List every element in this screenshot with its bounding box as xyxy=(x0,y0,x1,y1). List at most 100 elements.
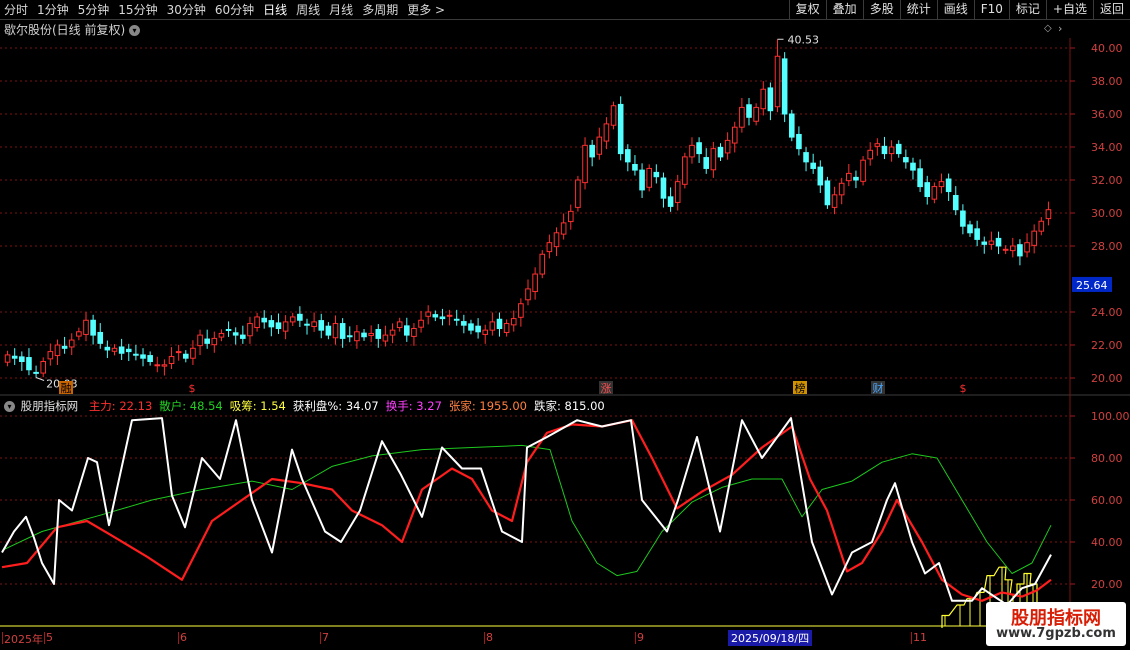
candle[interactable] xyxy=(61,345,68,349)
candle[interactable] xyxy=(639,169,645,191)
candle[interactable] xyxy=(703,157,710,169)
candle[interactable] xyxy=(154,364,161,367)
candle[interactable] xyxy=(917,168,923,188)
candle[interactable] xyxy=(389,329,396,336)
candle[interactable] xyxy=(760,88,767,110)
candle[interactable] xyxy=(667,196,674,207)
candle[interactable] xyxy=(425,311,431,317)
candle[interactable] xyxy=(346,335,353,338)
candle[interactable] xyxy=(111,347,118,352)
candle[interactable] xyxy=(617,103,624,155)
candle[interactable] xyxy=(596,136,603,155)
candle[interactable] xyxy=(168,356,175,364)
candle[interactable] xyxy=(510,318,517,326)
candle[interactable] xyxy=(567,210,574,223)
candle[interactable] xyxy=(981,241,988,245)
candle[interactable] xyxy=(375,328,382,339)
candle[interactable] xyxy=(874,143,881,147)
candle[interactable] xyxy=(496,318,503,330)
candle[interactable] xyxy=(446,314,453,317)
candle[interactable] xyxy=(118,346,125,354)
candle[interactable] xyxy=(625,149,631,163)
candle[interactable] xyxy=(311,321,317,328)
candle[interactable] xyxy=(418,319,424,328)
candle[interactable] xyxy=(838,182,845,196)
candle[interactable] xyxy=(503,323,510,333)
candle[interactable] xyxy=(461,321,467,326)
candle[interactable] xyxy=(133,353,139,356)
candle[interactable] xyxy=(774,55,781,108)
candle[interactable] xyxy=(646,167,652,188)
candle[interactable] xyxy=(354,331,360,342)
candle[interactable] xyxy=(952,195,959,211)
candle[interactable] xyxy=(19,356,25,363)
candle[interactable] xyxy=(853,176,859,181)
candle[interactable] xyxy=(525,288,531,301)
candle[interactable] xyxy=(275,322,282,330)
candle[interactable] xyxy=(289,316,296,323)
candle[interactable] xyxy=(318,320,325,331)
candle[interactable] xyxy=(396,321,403,329)
candle[interactable] xyxy=(190,347,196,359)
candle[interactable] xyxy=(860,159,866,182)
timeline-cursor-date[interactable]: 2025/09/18/四 xyxy=(728,630,813,646)
candle[interactable] xyxy=(717,146,724,158)
candle[interactable] xyxy=(339,323,346,339)
candle[interactable] xyxy=(1031,230,1037,246)
event-marker[interactable]: 榜 xyxy=(795,381,806,395)
candle[interactable] xyxy=(161,364,168,367)
candle[interactable] xyxy=(895,143,902,155)
candle[interactable] xyxy=(532,273,538,293)
candle[interactable] xyxy=(439,316,446,320)
candle[interactable] xyxy=(282,321,289,332)
indicator-name[interactable]: 股朋指标网 xyxy=(21,399,79,413)
candle[interactable] xyxy=(682,156,688,185)
event-marker[interactable]: $ xyxy=(189,382,196,395)
candle[interactable] xyxy=(97,331,104,344)
candle[interactable] xyxy=(931,186,938,200)
candle[interactable] xyxy=(796,133,802,150)
candle[interactable] xyxy=(4,354,11,363)
candle[interactable] xyxy=(660,177,667,199)
candle[interactable] xyxy=(411,328,417,337)
indicator-menu-icon[interactable]: ▾ xyxy=(4,401,15,412)
candle[interactable] xyxy=(1017,244,1023,257)
candle[interactable] xyxy=(560,222,567,235)
candle[interactable] xyxy=(967,224,973,234)
candle[interactable] xyxy=(240,334,246,339)
candle[interactable] xyxy=(903,157,909,163)
event-marker[interactable]: 财 xyxy=(873,381,884,395)
candle[interactable] xyxy=(888,146,895,155)
candle[interactable] xyxy=(610,105,617,126)
event-marker[interactable]: $ xyxy=(960,382,967,395)
candle[interactable] xyxy=(910,162,916,171)
candle[interactable] xyxy=(332,323,339,339)
event-marker[interactable]: 融 xyxy=(61,382,72,395)
candle[interactable] xyxy=(47,351,54,360)
candle[interactable] xyxy=(653,171,660,178)
candle[interactable] xyxy=(182,353,189,359)
candle[interactable] xyxy=(553,232,560,248)
event-marker[interactable]: 涨 xyxy=(601,382,612,395)
candle[interactable] xyxy=(824,180,831,206)
candle[interactable] xyxy=(881,145,888,155)
candle[interactable] xyxy=(724,139,731,154)
candle[interactable] xyxy=(938,181,945,188)
candle[interactable] xyxy=(753,106,759,122)
candle[interactable] xyxy=(945,178,952,193)
candle[interactable] xyxy=(867,149,874,160)
candle[interactable] xyxy=(482,329,489,335)
candle[interactable] xyxy=(589,144,595,158)
candle[interactable] xyxy=(575,179,581,208)
candle[interactable] xyxy=(475,325,481,333)
candle[interactable] xyxy=(746,104,752,118)
candle[interactable] xyxy=(304,323,310,326)
price-chart[interactable]: 20.00 22.00 24.00 28.00 30.00 32.00 34.00 36.00… xyxy=(0,0,1130,630)
candle[interactable] xyxy=(1002,248,1009,251)
candle[interactable] xyxy=(924,182,931,197)
candle[interactable] xyxy=(1045,209,1052,220)
candle[interactable] xyxy=(846,172,852,182)
candle[interactable] xyxy=(76,331,82,337)
candle[interactable] xyxy=(632,163,638,171)
candle[interactable] xyxy=(26,357,32,371)
